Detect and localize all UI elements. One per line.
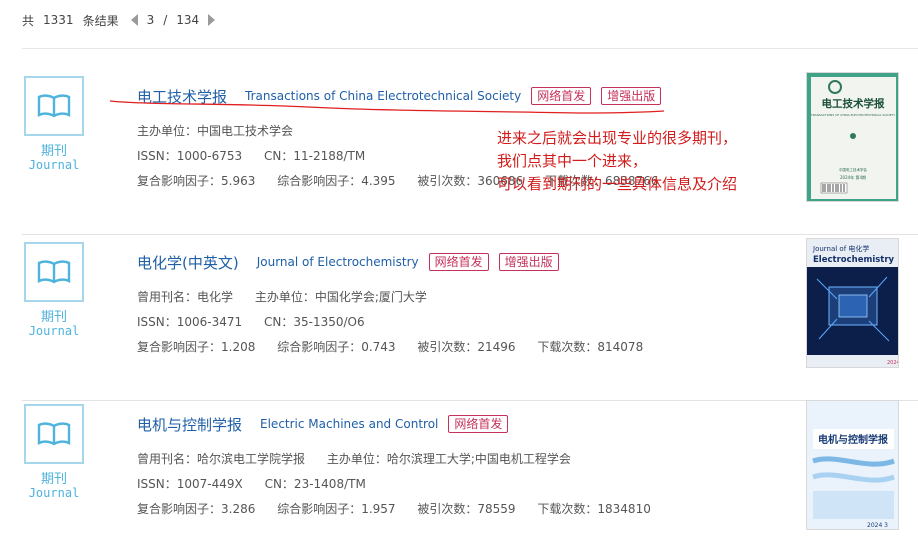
badge-label-cn: 期刊 [40,310,67,325]
cover-year: 2024 [887,360,899,366]
journal-item: 期刊 Journal 电工技术学报 Transactions of China … [22,72,918,235]
cover-title: 电工技术学报 [822,97,885,110]
cover-publisher: 中国电工技术学会 [839,167,867,172]
open-book-icon [37,260,71,284]
cover-issue: 2024年 第4期 [840,174,866,180]
tag-online-first[interactable]: 网络首发 [428,253,489,271]
composite-impact: 复合影响因子：3.286 [137,502,256,516]
cn-number: CN：35-1350/O6 [264,315,365,329]
journal-title-en[interactable]: Journal of Electrochemistry [257,255,419,269]
sponsor: 主办单位：中国电工技术学会 [137,124,294,138]
journal-id-line: ISSN：1007-449X CN：23-1408/TM [137,475,366,492]
cover-title: Electrochemistry [813,255,895,265]
cover-art: 电工技术学报 TRANSACTIONS OF CHINA ELECTROTECH… [810,77,896,199]
journal-type-badge: 期刊 Journal [22,404,86,524]
citations: 被引次数：21496 [417,340,516,354]
current-page: 3 [146,13,155,27]
issn: ISSN：1007-449X [137,477,243,491]
annotation-underline [109,100,665,114]
former-name: 曾用刊名：电化学 [137,290,234,304]
journal-metrics-line: 复合影响因子：3.286 综合影响因子：1.957 被引次数：78559 下载次… [137,500,651,517]
cover-subtitle: TRANSACTIONS OF CHINA ELECTROTECHNICAL S… [810,113,896,117]
badge-label-cn: 期刊 [40,144,67,159]
cover-art: 电机与控制学报 2024 3 [807,401,898,529]
prev-page-icon[interactable] [130,14,138,26]
journal-title-cn[interactable]: 电化学(中英文) [137,252,239,273]
badge-label-cn: 期刊 [40,472,67,487]
cover-title-top: Journal of 电化学 [812,244,869,253]
annotation-line: 进来之后就会出现专业的很多期刊， [497,129,738,147]
badge-label-en: Journal [28,486,80,500]
journal-id-line: ISSN：1006-3471 CN：35-1350/O6 [137,313,365,330]
badge-box [24,404,84,464]
downloads: 下载次数：1834810 [537,502,651,516]
annotation-note: 进来之后就会出现专业的很多期刊， 我们点其中一个进来， 可以看到期刊的一些具体信… [497,127,737,196]
page-separator: / [163,13,168,27]
journal-type-badge: 期刊 Journal [22,76,86,196]
journal-title-row: 电化学(中英文) Journal of Electrochemistry 网络首… [137,251,559,273]
badge-label-en: Journal [28,158,80,172]
journal-title-en[interactable]: Electric Machines and Control [260,417,438,431]
comprehensive-impact: 综合影响因子：1.957 [277,502,396,516]
total-prefix: 共 [22,13,35,28]
journal-cover[interactable]: 电机与控制学报 2024 3 [806,400,899,530]
downloads: 下载次数：814078 [537,340,644,354]
cn-number: CN：11-2188/TM [264,149,366,163]
total-suffix: 条结果 [82,13,119,28]
journal-metrics-line: 复合影响因子：1.208 综合影响因子：0.743 被引次数：21496 下载次… [137,338,643,355]
annotation-line: 我们点其中一个进来， [497,152,648,170]
tag-enhanced[interactable]: 增强出版 [498,253,559,271]
cover-year: 2024 3 [867,522,888,529]
comprehensive-impact: 综合影响因子：0.743 [277,340,396,354]
total-count: 1331 [43,13,74,27]
result-pager: 共 1331 条结果 3 / 134 [22,11,216,29]
journal-item: 期刊 Journal 电化学(中英文) Journal of Electroch… [22,238,918,401]
issn: ISSN：1000-6753 [137,149,243,163]
divider [22,48,918,49]
open-book-icon [37,94,71,118]
cn-number: CN：23-1408/TM [264,477,366,491]
cover-title: 电机与控制学报 [818,433,888,446]
journal-title-cn[interactable]: 电机与控制学报 [137,414,242,435]
journal-org-line: 主办单位：中国电工技术学会 [137,122,293,139]
issn: ISSN：1006-3471 [137,315,243,329]
journal-item: 期刊 Journal 电机与控制学报 Electric Machines and… [22,400,918,545]
badge-box [24,76,84,136]
next-page-icon[interactable] [208,14,216,26]
journal-cover[interactable]: Journal of 电化学 Electrochemistry 2024 [806,238,899,368]
former-name: 曾用刊名：哈尔滨电工学院学报 [137,452,306,466]
journal-org-line: 曾用刊名：电化学 主办单位：中国化学会;厦门大学 [137,288,427,305]
journal-cover[interactable]: 电工技术学报 TRANSACTIONS OF CHINA ELECTROTECH… [806,72,899,202]
journal-title-row: 电机与控制学报 Electric Machines and Control 网络… [137,413,509,435]
badge-box [24,242,84,302]
badge-label-en: Journal [28,324,80,338]
tag-online-first[interactable]: 网络首发 [448,415,509,433]
open-book-icon [37,422,71,446]
journal-type-badge: 期刊 Journal [22,242,86,362]
composite-impact: 复合影响因子：5.963 [137,174,256,188]
composite-impact: 复合影响因子：1.208 [137,340,256,354]
citations: 被引次数：78559 [417,502,516,516]
sponsor: 主办单位：中国化学会;厦门大学 [254,290,427,304]
sponsor: 主办单位：哈尔滨理工大学;中国电机工程学会 [326,452,571,466]
annotation-line: 可以看到期刊的一些具体信息及介绍 [497,175,738,193]
journal-id-line: ISSN：1000-6753 CN：11-2188/TM [137,147,365,164]
comprehensive-impact: 综合影响因子：4.395 [277,174,396,188]
cover-art: Journal of 电化学 Electrochemistry 2024 [807,239,899,367]
journal-org-line: 曾用刊名：哈尔滨电工学院学报 主办单位：哈尔滨理工大学;中国电机工程学会 [137,450,571,467]
total-pages: 134 [176,13,200,27]
